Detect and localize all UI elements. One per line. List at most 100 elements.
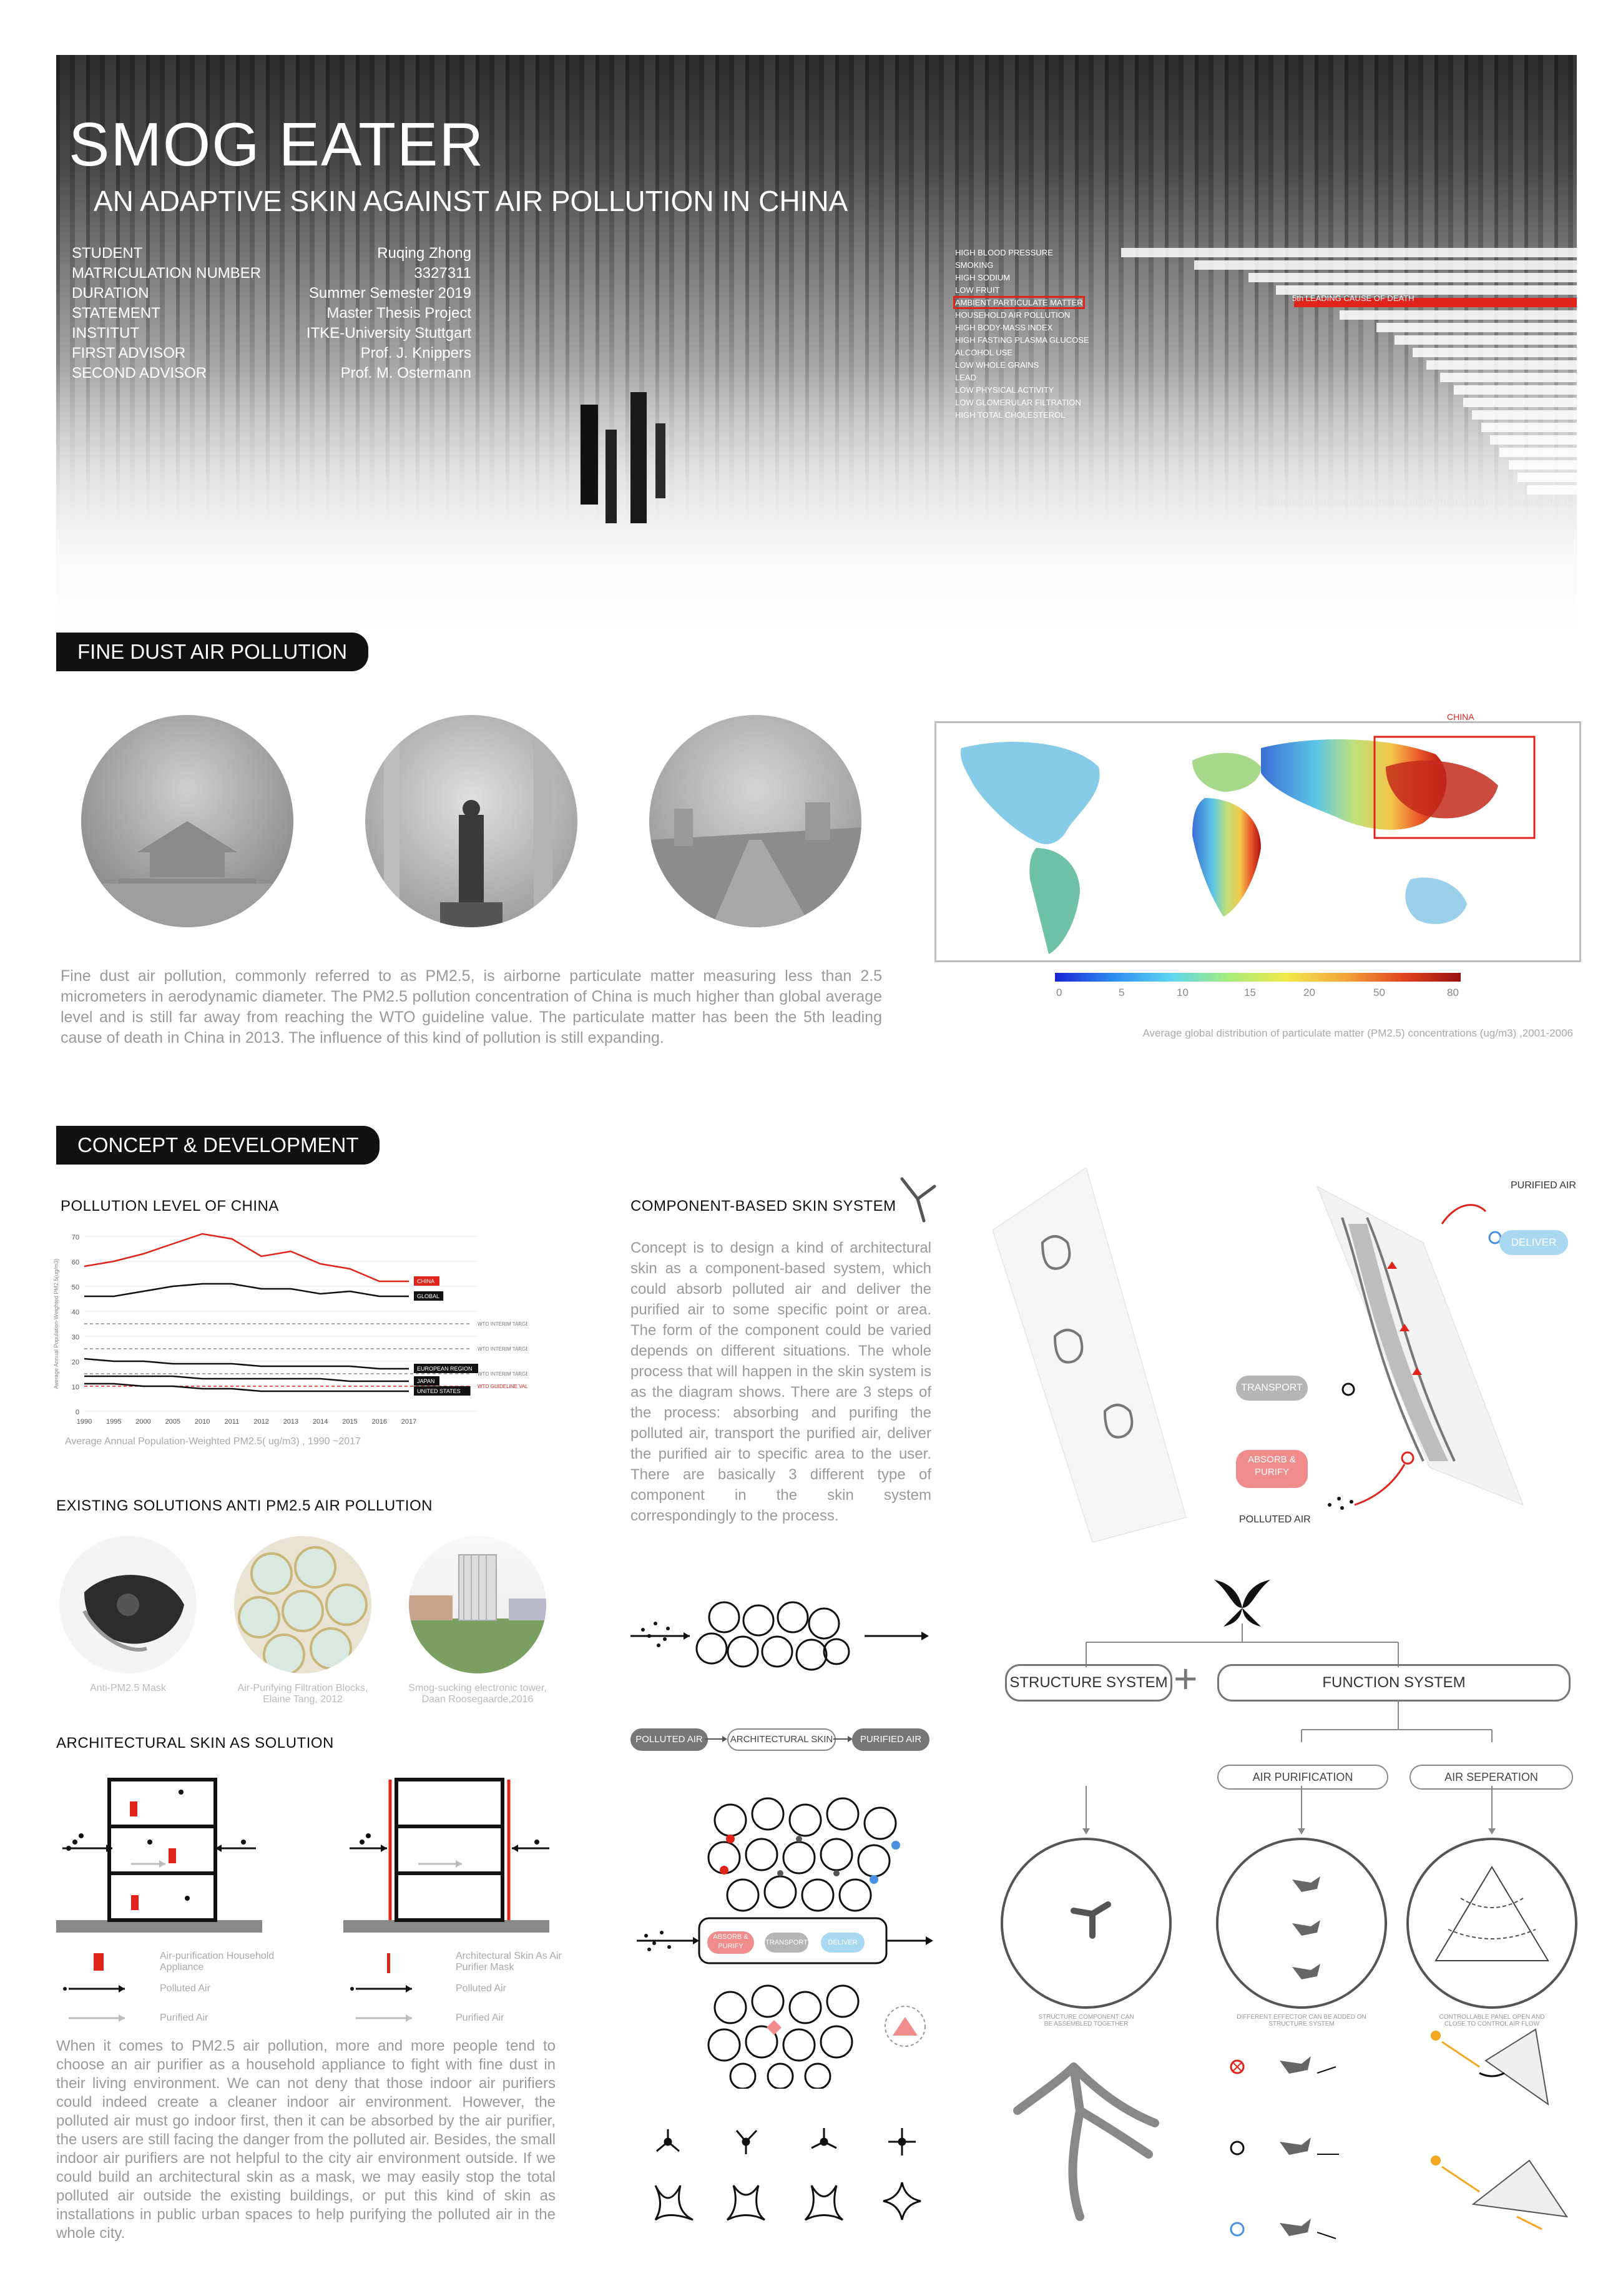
y-tick-label: 60 — [72, 1259, 79, 1266]
world-pm25-map: CHINA — [934, 712, 1581, 962]
x-tick-label: 2014 — [313, 1418, 328, 1426]
risk-factor-row: AMBIENT PARTICULATE MATTER — [953, 296, 1577, 309]
smog-tower-photo — [409, 1536, 546, 1673]
info-row: MATRICULATION NUMBER 3327311 — [72, 265, 471, 282]
info-row: DURATION Summer Semester 2019 — [72, 285, 471, 302]
risk-factor-row: SMOKING — [955, 259, 1577, 272]
risk-factor-row: LOW WHOLE GRAINS — [955, 359, 1577, 372]
y-tick-label: 70 — [72, 1234, 79, 1241]
legend-appliance: Air-purification Household Appliance — [160, 1951, 275, 1973]
pm25-color-scale — [1055, 973, 1461, 982]
risk-factor-label: LOW PHYSICAL ACTIVITY — [955, 385, 1054, 395]
x-tick-label: 2005 — [165, 1418, 180, 1426]
risk-factor-row: HOUSEHOLD AIR POLLUTION — [955, 309, 1577, 322]
mask-caption: Anti-PM2.5 Mask — [90, 1683, 166, 1693]
flow-purified-air: PURIFIED AIR — [852, 1728, 929, 1751]
risk-factor-label: HIGH SODIUM — [955, 273, 1011, 282]
risk-factor-bar — [1440, 373, 1577, 382]
china-map-label: CHINA — [1447, 712, 1474, 722]
risk-factor-bar — [1472, 410, 1577, 420]
legend-polluted-right: Polluted Air — [456, 1983, 506, 1994]
risk-factor-row: ALCOHOL USE — [955, 347, 1577, 359]
risk-factor-row: LOW GLOMERULAR FILTRATION — [955, 397, 1577, 409]
poster-subtitle: AN ADAPTIVE SKIN AGAINST AIR POLLUTION I… — [94, 185, 848, 217]
risk-factor-bar — [1463, 398, 1577, 407]
risk-factor-bar — [1376, 323, 1577, 332]
info-label: DURATION — [72, 285, 149, 302]
series-label: GLOBAL — [417, 1293, 439, 1299]
process-deliver: DELIVER — [821, 1933, 865, 1953]
x-tick-label: 1990 — [77, 1418, 92, 1426]
tower-silhouette — [606, 430, 617, 523]
guideline-label: WTO GUIDELINE VALUE — [478, 1384, 527, 1389]
x-tick-label: 2017 — [401, 1418, 416, 1426]
info-label: INSTITUT — [72, 325, 139, 342]
info-row: SECOND ADVISOR Prof. M. Ostermann — [72, 365, 471, 382]
tower-silhouette — [630, 392, 647, 523]
absorb-purify-tag: ABSORB & PURIFY — [1236, 1450, 1308, 1488]
risk-factor-bar — [1508, 460, 1577, 470]
risk-factor-row: HIGH TOTAL CHOLESTEROL — [955, 409, 1577, 421]
city-silhouette — [649, 802, 861, 927]
risk-factor-label: LOW WHOLE GRAINS — [955, 360, 1039, 370]
series-label: CHINA — [417, 1278, 434, 1284]
system-circles — [1001, 1838, 1577, 2009]
risk-factor-label: AMBIENT PARTICULATE MATTER — [953, 296, 1085, 309]
cell-network-highlight — [707, 1984, 926, 2089]
process-absorb-purify: ABSORB & PURIFY — [707, 1931, 754, 1954]
component-system-title: COMPONENT-BASED SKIN SYSTEM — [630, 1198, 896, 1215]
process-transport: TRANSPORT — [765, 1933, 808, 1953]
risk-factor-row: HIGH BODY-MASS INDEX — [955, 322, 1577, 334]
risk-factor-bar — [1426, 360, 1577, 370]
info-value: Prof. M. Ostermann — [340, 365, 471, 382]
tripod-logo-icon — [1214, 1580, 1270, 1627]
risk-factor-label: HIGH BODY-MASS INDEX — [955, 323, 1053, 332]
guideline-label: WTO INTERIM TARGET 2 — [478, 1346, 527, 1352]
risk-factor-label: HIGH BLOOD PRESSURE — [955, 248, 1053, 257]
y-axis-label: Average Annual Population-Weighted PM2.5… — [53, 1259, 59, 1389]
risk-factor-bar — [1481, 423, 1577, 432]
component-variants — [654, 2128, 921, 2221]
flow-polluted-air: POLLUTED AIR — [630, 1728, 708, 1751]
cell-network-diagram — [630, 1601, 929, 1671]
x-tick-label: 2011 — [225, 1418, 240, 1426]
risk-factor-row — [955, 471, 1577, 484]
appliance-legend-icon — [94, 1953, 104, 1971]
series-line — [84, 1357, 409, 1370]
risk-factor-row — [955, 421, 1577, 434]
info-row: STUDENT Ruqing Zhong — [72, 245, 471, 262]
risk-factor-label: LOW FRUIT — [955, 285, 1000, 295]
mask-photo — [59, 1536, 197, 1673]
series-line — [84, 1283, 409, 1298]
flow-arrows — [705, 1736, 853, 1742]
risk-factor-row: LEAD — [955, 372, 1577, 384]
risk-factor-row: LOW FRUIT — [955, 284, 1577, 297]
risk-factor-bar — [1453, 385, 1577, 395]
section-header-fine-dust: FINE DUST AIR POLLUTION — [56, 633, 369, 671]
pollution-line-chart: 0 10 20 30 40 50 60 70 1990 1995 2000 2005 2010 2011 2… — [53, 1233, 527, 1426]
info-value: Master Thesis Project — [326, 305, 471, 322]
tower-silhouette — [655, 423, 665, 498]
guideline-label: WTO INTERIM TARGET 1 — [478, 1321, 527, 1327]
info-value: Ruqing Zhong — [377, 245, 471, 262]
filtration-blocks-icon — [238, 1546, 368, 1673]
forbidden-city-smog-photo — [81, 715, 293, 927]
structure-circle-caption: STRUCTURE COMPONENT CAN BE ASSEMBLED TOG… — [1038, 2014, 1134, 2027]
scale-tick: 10 — [1177, 987, 1189, 998]
world-map-graphic — [961, 736, 1536, 954]
statue-silhouette — [384, 734, 552, 927]
scale-tick: 5 — [1119, 987, 1125, 998]
polluted-arrow-icon — [350, 1985, 412, 1993]
deliver-tag: DELIVER — [1499, 1230, 1568, 1255]
effector-variants — [1230, 2056, 1339, 2239]
risk-chart-caption: Estimates of causes of premature death f… — [1258, 497, 1567, 508]
risk-factor-row: LOW PHYSICAL ACTIVITY — [955, 384, 1577, 397]
risk-factor-label: SMOKING — [955, 260, 994, 270]
risk-factor-row: HIGH BLOOD PRESSURE — [955, 247, 1577, 259]
x-tick-label: 2013 — [283, 1418, 298, 1426]
skin-legend-icon — [387, 1953, 390, 1973]
x-tick-label: 2000 — [135, 1418, 150, 1426]
risk-factor-bar — [1490, 435, 1577, 445]
cell-network-colored — [707, 1797, 900, 1912]
risk-factor-bar — [1526, 485, 1577, 495]
